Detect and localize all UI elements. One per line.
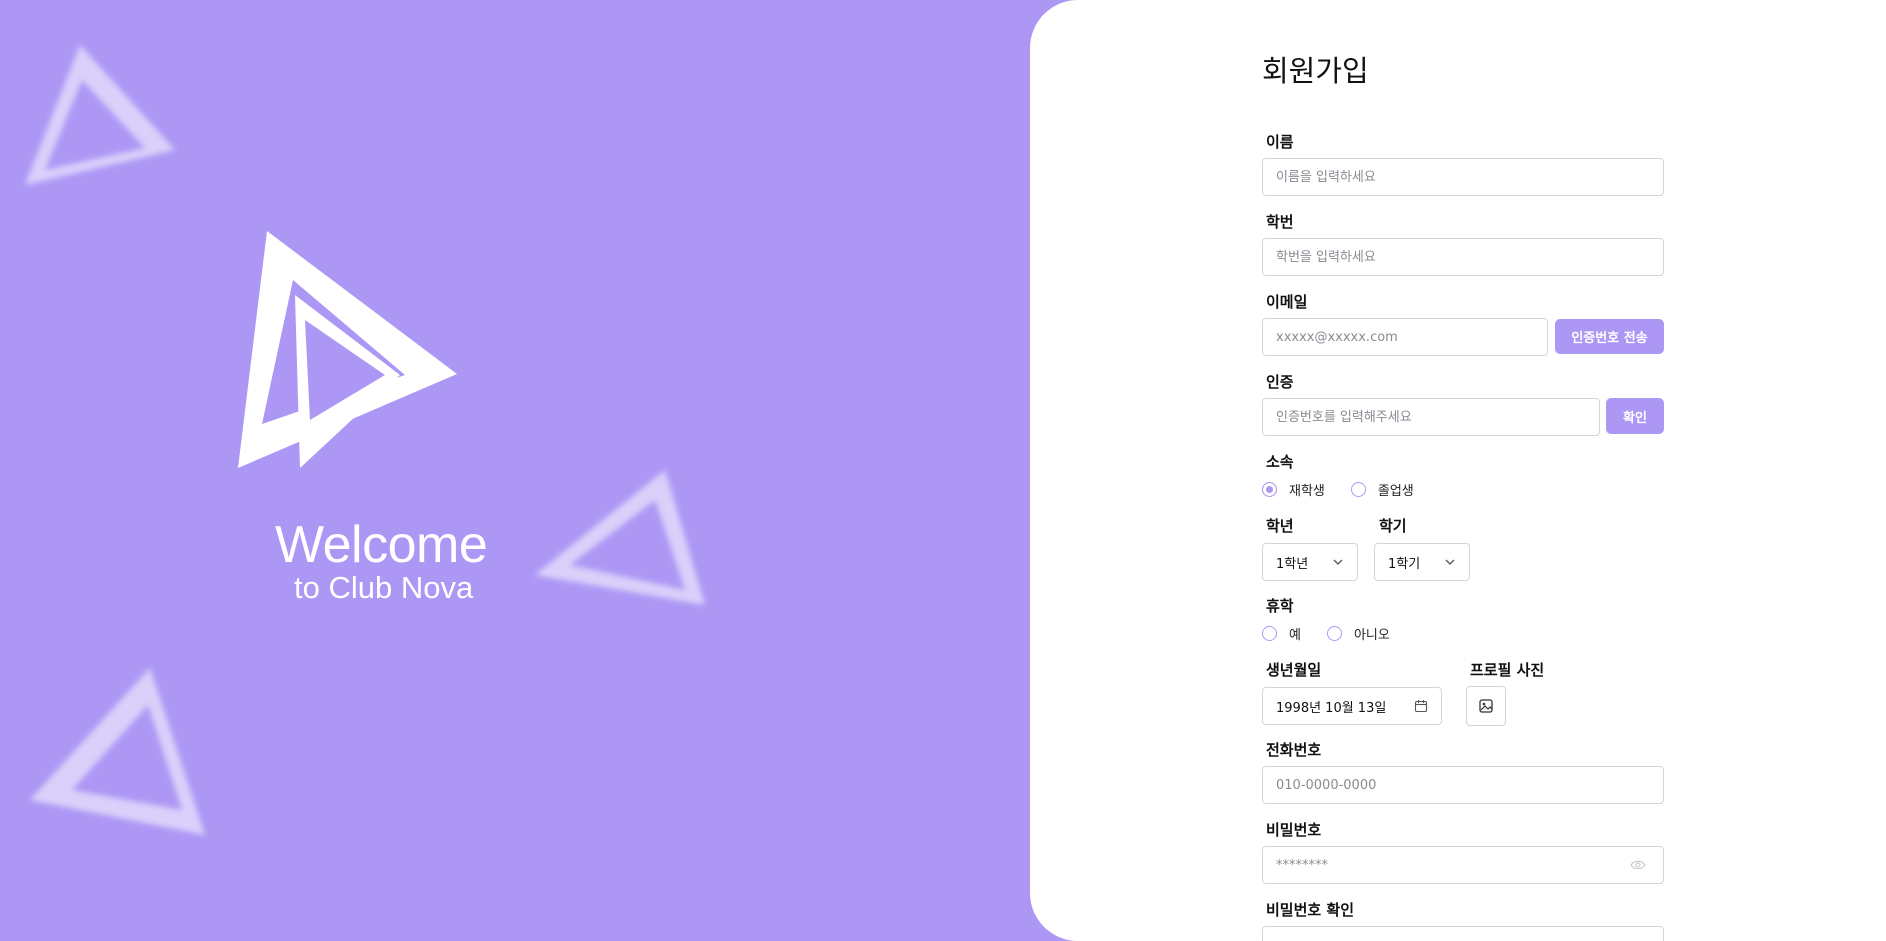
affiliation-option-graduate[interactable]: 졸업생 <box>1378 480 1414 499</box>
page-title: 회원가입 <box>1262 54 1369 88</box>
send-code-button[interactable]: 인증번호 전송 <box>1555 319 1664 354</box>
decorative-background <box>25 45 705 835</box>
welcome-title: Welcome <box>275 516 488 574</box>
semester-label: 학기 <box>1379 517 1407 535</box>
eye-icon[interactable] <box>1630 858 1646 872</box>
password-confirm-clip <box>1262 926 1664 941</box>
name-label: 이름 <box>1266 133 1294 151</box>
password-input[interactable] <box>1262 846 1664 884</box>
name-input[interactable] <box>1262 158 1664 196</box>
verify-code-input[interactable] <box>1262 398 1600 436</box>
affiliation-label: 소속 <box>1266 453 1294 471</box>
email-input[interactable] <box>1262 318 1548 356</box>
password-field-wrapper <box>1262 846 1664 884</box>
semester-select[interactable]: 1학기 <box>1374 543 1470 581</box>
welcome-panel: Welcome to Club Nova <box>0 0 1060 941</box>
profile-photo-label: 프로필 사진 <box>1470 661 1545 679</box>
birthdate-picker[interactable]: 1998년 10월 13일 <box>1262 687 1442 725</box>
leave-option-yes[interactable]: 예 <box>1289 624 1301 643</box>
image-icon <box>1479 699 1493 713</box>
birthdate-label: 생년월일 <box>1266 661 1322 679</box>
verify-confirm-button[interactable]: 확인 <box>1606 398 1664 434</box>
leave-label: 휴학 <box>1266 597 1294 615</box>
phone-input[interactable] <box>1262 766 1664 804</box>
password-label: 비밀번호 <box>1266 821 1322 839</box>
leave-radio-no[interactable] <box>1326 626 1342 641</box>
leave-radio-group: 예 아니오 <box>1262 624 1416 643</box>
birthdate-value: 1998년 10월 13일 <box>1276 700 1387 716</box>
email-label: 이메일 <box>1266 293 1308 311</box>
leave-option-no[interactable]: 아니오 <box>1354 624 1390 643</box>
password-confirm-input[interactable] <box>1262 926 1664 941</box>
profile-photo-upload-button[interactable] <box>1466 686 1506 726</box>
club-nova-logo <box>238 231 457 468</box>
year-select[interactable]: 1학년 <box>1262 543 1358 581</box>
phone-label: 전화번호 <box>1266 741 1322 759</box>
welcome-subtitle: to Club Nova <box>294 570 474 605</box>
student-id-input[interactable] <box>1262 238 1664 276</box>
affiliation-radio-current[interactable] <box>1262 482 1277 497</box>
student-id-label: 학번 <box>1266 213 1294 231</box>
password-confirm-label: 비밀번호 확인 <box>1266 901 1355 919</box>
affiliation-radio-group: 재학생 졸업생 <box>1262 480 1440 499</box>
leave-radio-yes[interactable] <box>1262 626 1277 641</box>
calendar-icon <box>1414 700 1428 713</box>
affiliation-option-current[interactable]: 재학생 <box>1289 480 1325 499</box>
chevron-down-icon <box>1333 559 1343 565</box>
year-select-value: 1학년 <box>1276 556 1309 572</box>
affiliation-radio-graduate[interactable] <box>1350 482 1366 497</box>
semester-select-value: 1학기 <box>1388 556 1421 572</box>
year-label: 학년 <box>1266 517 1294 535</box>
verify-label: 인증 <box>1266 373 1294 391</box>
chevron-down-icon <box>1445 559 1455 565</box>
